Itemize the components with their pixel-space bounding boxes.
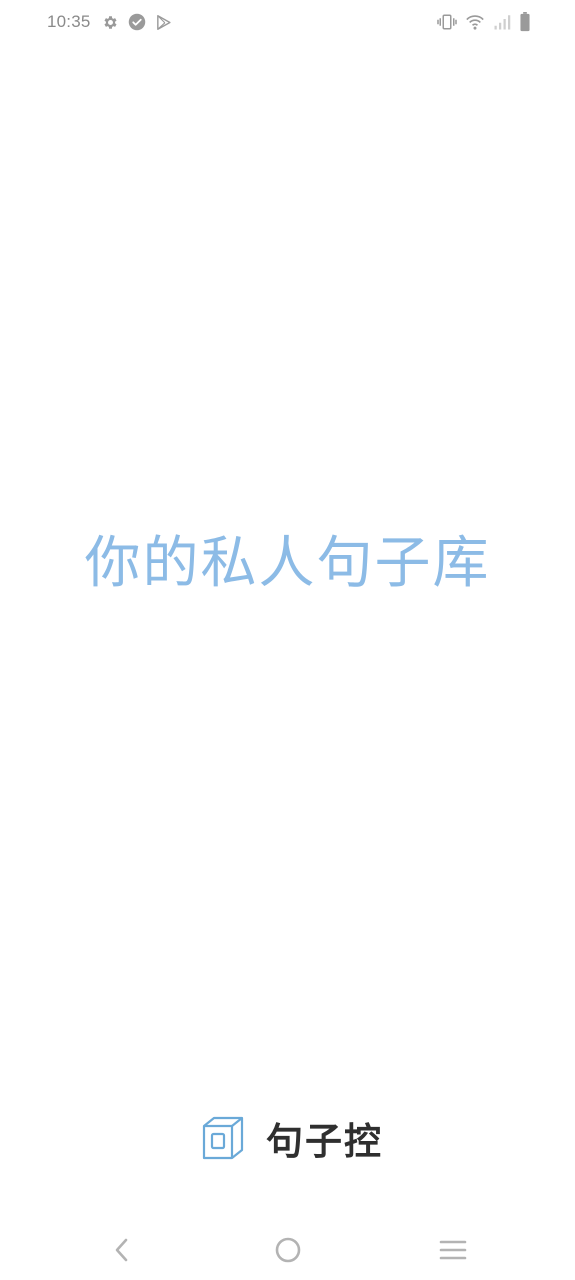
brand-name: 句子控 — [266, 1120, 383, 1163]
splash-screen: 10:35 你的私人句子库 句子控 — [0, 0, 575, 1280]
menu-lines-icon — [439, 1238, 467, 1262]
home-button[interactable] — [268, 1230, 308, 1270]
cell-signal-icon — [493, 13, 511, 31]
brand: 句子控 — [200, 1112, 383, 1164]
status-left-icons — [102, 13, 172, 31]
play-store-icon — [155, 14, 172, 31]
slogan-text: 你的私人句子库 — [84, 531, 491, 596]
battery-icon — [519, 12, 531, 32]
status-bar: 10:35 — [0, 0, 575, 48]
cube-logo-icon — [200, 1114, 246, 1162]
status-right-icons — [437, 12, 531, 32]
settings-gear-icon — [102, 14, 119, 31]
back-button[interactable] — [102, 1230, 142, 1270]
navigation-bar — [0, 1222, 575, 1278]
wifi-icon — [465, 13, 485, 31]
home-circle-icon — [274, 1236, 302, 1264]
back-chevron-icon — [111, 1236, 133, 1264]
vibrate-icon — [437, 13, 457, 31]
status-time: 10:35 — [47, 12, 91, 31]
check-circle-icon — [128, 13, 146, 31]
recent-apps-button[interactable] — [433, 1230, 473, 1270]
